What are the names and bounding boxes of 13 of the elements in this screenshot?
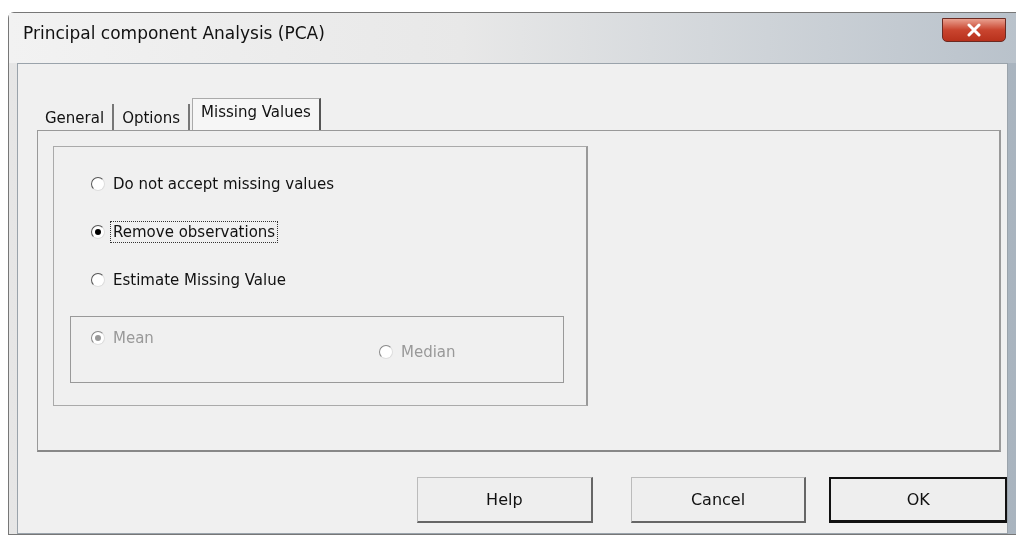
tab[interactable]: Missing Values bbox=[192, 98, 321, 130]
radio-label[interactable]: Estimate Missing Value bbox=[111, 270, 288, 290]
dialog-button[interactable]: Help bbox=[417, 477, 593, 523]
dialog-button[interactable]: Cancel bbox=[630, 477, 807, 523]
radio-button[interactable] bbox=[91, 225, 105, 239]
dialog-button[interactable]: OK bbox=[829, 477, 1007, 523]
radio-label[interactable]: Do not accept missing values bbox=[111, 174, 337, 194]
radio-button[interactable] bbox=[91, 273, 105, 287]
window-title: Principal component Analysis (PCA) bbox=[23, 23, 325, 43]
radio-label[interactable]: Remove observations bbox=[111, 222, 278, 242]
close-button[interactable] bbox=[942, 18, 1006, 42]
radio-button[interactable] bbox=[91, 177, 105, 191]
close-icon bbox=[966, 23, 982, 37]
